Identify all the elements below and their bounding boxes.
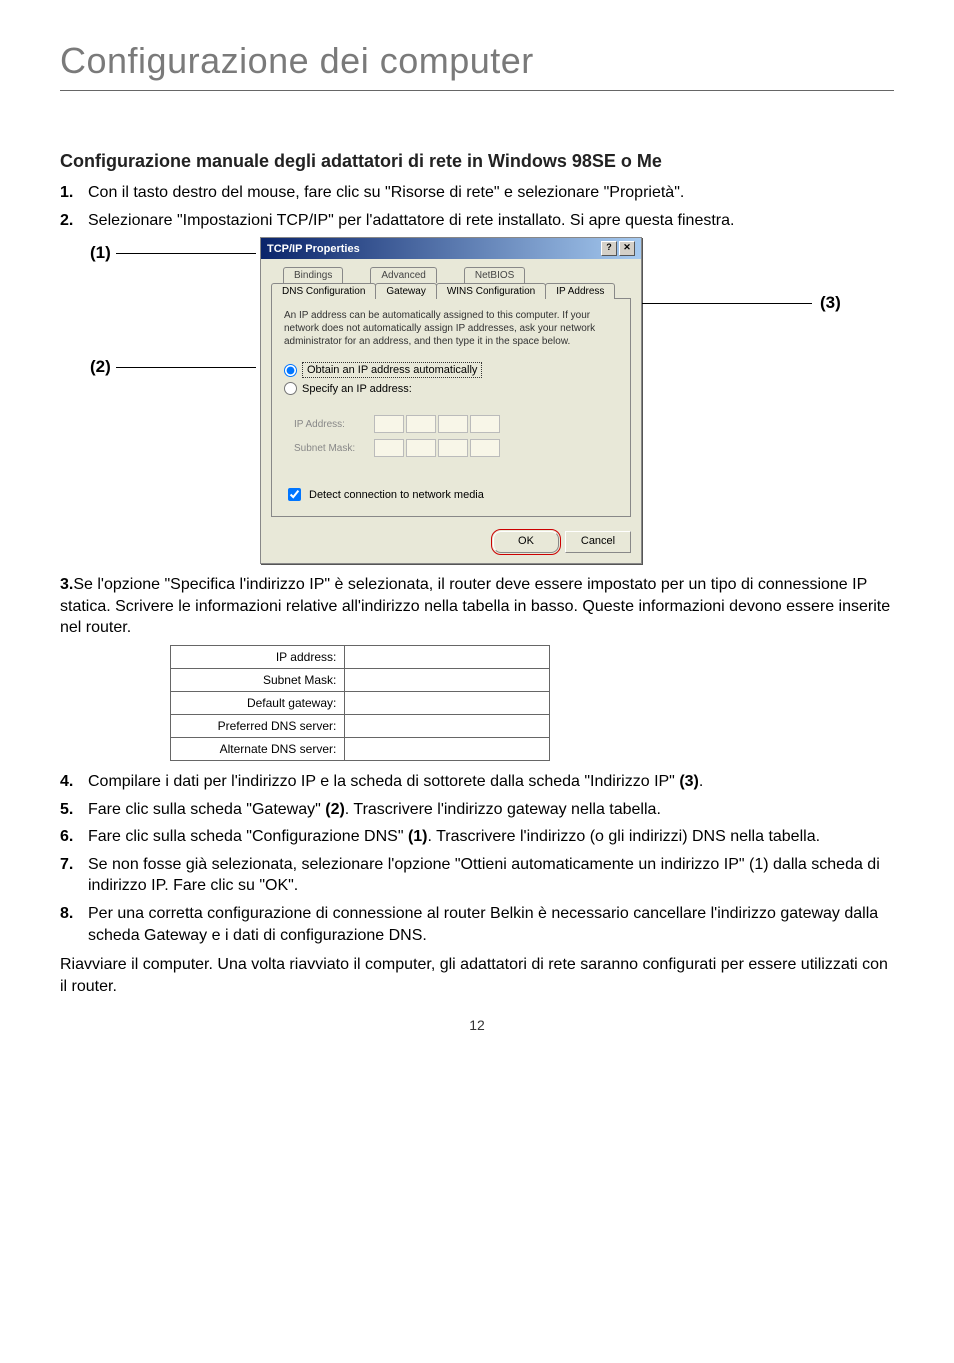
subnet-mask-input[interactable] <box>374 439 500 457</box>
tcpip-properties-dialog: TCP/IP Properties ? ✕ Bindings Advanced … <box>260 237 642 564</box>
default-gateway-cell: Default gateway: <box>171 691 345 714</box>
ip-address-label: IP Address: <box>294 419 374 430</box>
annotation-marker-1: (1) <box>90 243 111 263</box>
step-1: 1. Con il tasto destro del mouse, fare c… <box>60 182 894 204</box>
page-number: 12 <box>60 1017 894 1033</box>
step-7: 7. Se non fosse già selezionata, selezio… <box>60 854 894 897</box>
tab-ip-address[interactable]: IP Address <box>545 283 615 299</box>
steps-1-2: 1. Con il tasto destro del mouse, fare c… <box>60 182 894 231</box>
ip-info-table: IP address: Subnet Mask: Default gateway… <box>170 645 550 761</box>
preferred-dns-cell: Preferred DNS server: <box>171 714 345 737</box>
dialog-title: TCP/IP Properties <box>267 243 360 255</box>
steps-4-8: 4. Compilare i dati per l'indirizzo IP e… <box>60 771 894 946</box>
alternate-dns-cell: Alternate DNS server: <box>171 737 345 760</box>
step-text: Fare clic sulla scheda "Configurazione D… <box>88 826 894 848</box>
step-text: Se non fosse già selezionata, selezionar… <box>88 854 894 897</box>
step-number: 1. <box>60 182 88 204</box>
detect-connection-row[interactable]: Detect connection to network media <box>284 485 618 504</box>
radio-specify-input[interactable] <box>284 382 297 395</box>
step-text: Per una corretta configurazione di conne… <box>88 903 894 946</box>
closing-paragraph: Riavviare il computer. Una volta riavvia… <box>60 954 894 997</box>
step-text: Se l'opzione "Specifica l'indirizzo IP" … <box>60 576 890 636</box>
tab-gateway[interactable]: Gateway <box>375 283 436 299</box>
radio-obtain-auto-input[interactable] <box>284 364 297 377</box>
step-8: 8. Per una corretta configurazione di co… <box>60 903 894 946</box>
subnet-mask-cell: Subnet Mask: <box>171 668 345 691</box>
radio-specify[interactable]: Specify an IP address: <box>284 382 618 395</box>
section-subheading: Configurazione manuale degli adattatori … <box>60 151 894 172</box>
step-number: 3. <box>60 576 73 593</box>
annotation-line <box>116 367 256 368</box>
tab-netbios[interactable]: NetBIOS <box>464 267 525 283</box>
subnet-mask-row: Subnet Mask: <box>294 439 608 457</box>
step-number: 7. <box>60 854 88 876</box>
table-row: Subnet Mask: <box>171 668 550 691</box>
annotation-line <box>642 303 812 304</box>
detect-connection-checkbox[interactable] <box>288 488 301 501</box>
value-cell <box>345 737 550 760</box>
annotation-line <box>116 253 256 254</box>
close-button[interactable]: ✕ <box>619 241 635 256</box>
value-cell <box>345 714 550 737</box>
page-title: Configurazione dei computer <box>60 40 894 82</box>
step-3: 3.Se l'opzione "Specifica l'indirizzo IP… <box>60 574 894 639</box>
table-row: Alternate DNS server: <box>171 737 550 760</box>
cancel-button[interactable]: Cancel <box>565 531 631 553</box>
step-text: Con il tasto destro del mouse, fare clic… <box>88 182 894 204</box>
step-6: 6. Fare clic sulla scheda "Configurazion… <box>60 826 894 848</box>
panel-description: An IP address can be automatically assig… <box>284 309 618 348</box>
subnet-mask-label: Subnet Mask: <box>294 443 374 454</box>
ip-address-panel: An IP address can be automatically assig… <box>271 298 631 517</box>
dialog-titlebar: TCP/IP Properties ? ✕ <box>261 238 641 259</box>
step-5: 5. Fare clic sulla scheda "Gateway" (2).… <box>60 799 894 821</box>
step-number: 4. <box>60 771 88 793</box>
table-row: Preferred DNS server: <box>171 714 550 737</box>
step-text: Selezionare "Impostazioni TCP/IP" per l'… <box>88 210 894 232</box>
tab-wins-configuration[interactable]: WINS Configuration <box>436 283 546 299</box>
step-text: Fare clic sulla scheda "Gateway" (2). Tr… <box>88 799 894 821</box>
tab-dns-configuration[interactable]: DNS Configuration <box>271 283 376 299</box>
step-2: 2. Selezionare "Impostazioni TCP/IP" per… <box>60 210 894 232</box>
ip-address-input[interactable] <box>374 415 500 433</box>
detect-connection-label: Detect connection to network media <box>309 489 484 501</box>
value-cell <box>345 691 550 714</box>
tab-bindings[interactable]: Bindings <box>283 267 343 283</box>
ip-address-row: IP Address: <box>294 415 608 433</box>
value-cell <box>345 645 550 668</box>
step-number: 8. <box>60 903 88 925</box>
step-number: 5. <box>60 799 88 821</box>
ip-fields-group: IP Address: Subnet Mask: <box>284 401 618 471</box>
table-row: Default gateway: <box>171 691 550 714</box>
step-4: 4. Compilare i dati per l'indirizzo IP e… <box>60 771 894 793</box>
radio-obtain-auto-label: Obtain an IP address automatically <box>302 362 482 378</box>
step-text: Compilare i dati per l'indirizzo IP e la… <box>88 771 894 793</box>
table-row: IP address: <box>171 645 550 668</box>
radio-obtain-auto[interactable]: Obtain an IP address automatically <box>284 362 618 378</box>
help-button[interactable]: ? <box>601 241 617 256</box>
tab-advanced[interactable]: Advanced <box>370 267 436 283</box>
annotation-marker-2: (2) <box>90 357 111 377</box>
step-number: 6. <box>60 826 88 848</box>
annotation-marker-3: (3) <box>820 293 841 313</box>
ip-address-cell: IP address: <box>171 645 345 668</box>
value-cell <box>345 668 550 691</box>
step-number: 2. <box>60 210 88 232</box>
ok-button[interactable]: OK <box>493 531 559 553</box>
radio-specify-label: Specify an IP address: <box>302 383 412 395</box>
